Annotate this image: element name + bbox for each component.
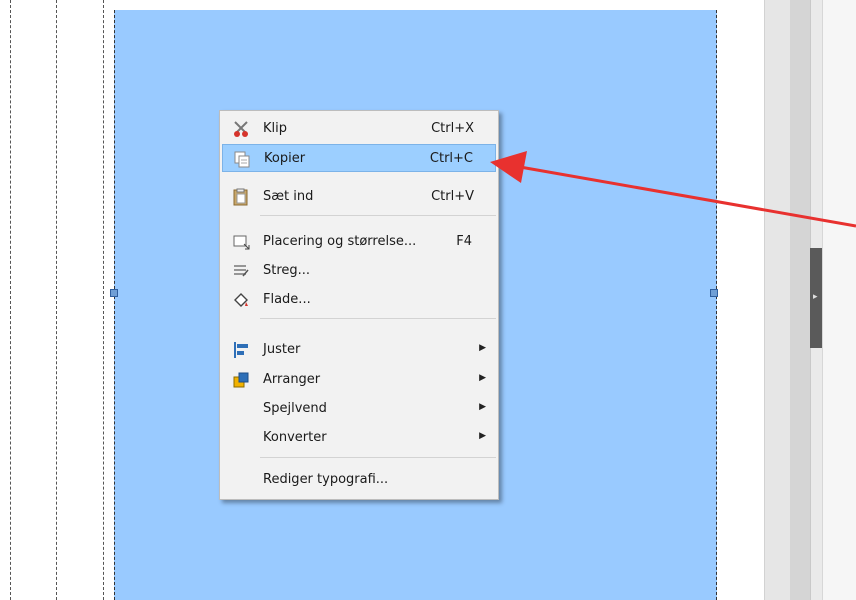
menu-item-area[interactable]: Flade... [222, 286, 496, 314]
area-fill-icon [234, 293, 248, 307]
submenu-arrow-icon: ▶ [479, 431, 486, 441]
menu-item-flip[interactable]: Spejlvend ▶ [222, 395, 496, 423]
menu-item-convert[interactable]: Konverter ▶ [222, 424, 496, 452]
page-guide-line [103, 0, 104, 600]
menu-item-shortcut: Ctrl+V [431, 189, 474, 204]
menu-item-label: Arranger [263, 372, 321, 387]
menu-item-label: Sæt ind [263, 189, 314, 204]
position-size-icon [233, 235, 250, 250]
arrange-icon [233, 372, 249, 388]
menu-item-label: Juster [263, 342, 301, 357]
menu-item-align[interactable]: Juster ▶ [222, 336, 496, 364]
resize-handle-right[interactable] [710, 289, 718, 297]
menu-separator [260, 318, 496, 319]
menu-item-line[interactable]: Streg... [222, 257, 496, 285]
menu-item-label: Klip [263, 121, 288, 136]
copy-icon [234, 151, 250, 168]
align-icon [234, 342, 248, 358]
menu-item-label: Rediger typografi... [263, 472, 389, 487]
menu-item-shortcut: F4 [456, 234, 472, 249]
paste-icon [233, 188, 248, 206]
page-guide-line [56, 0, 57, 600]
menu-item-label: Flade... [263, 292, 311, 307]
menu-item-label: Konverter [263, 430, 327, 445]
sidebar-collapse-handle[interactable]: ▸ [810, 248, 822, 348]
resize-handle-left[interactable] [110, 289, 118, 297]
menu-item-label: Streg... [263, 263, 311, 278]
menu-item-label: Spejlvend [263, 401, 327, 416]
submenu-arrow-icon: ▶ [479, 343, 486, 353]
chevron-right-icon: ▸ [813, 292, 818, 302]
scrollbar-track[interactable] [764, 0, 791, 600]
menu-item-copy[interactable]: Kopier Ctrl+C [222, 144, 496, 172]
menu-item-cut[interactable]: Klip Ctrl+X [222, 115, 496, 143]
sidebar-panel [822, 0, 856, 600]
menu-item-shortcut: Ctrl+C [429, 151, 473, 166]
menu-item-paste[interactable]: Sæt ind Ctrl+V [222, 183, 496, 211]
submenu-arrow-icon: ▶ [479, 402, 486, 412]
submenu-arrow-icon: ▶ [479, 373, 486, 383]
page-guide-line [10, 0, 11, 600]
menu-item-label: Kopier [264, 151, 306, 166]
menu-item-arrange[interactable]: Arranger ▶ [222, 366, 496, 394]
menu-item-position-and-size[interactable]: Placering og størrelse... F4 [222, 228, 496, 256]
context-menu: Klip Ctrl+X Kopier Ctrl+C Sæt ind Ctrl+V… [219, 110, 499, 500]
sidebar-border [790, 0, 810, 600]
menu-separator [260, 457, 496, 458]
line-icon [234, 265, 249, 277]
scissors-icon [234, 121, 248, 137]
menu-item-edit-style[interactable]: Rediger typografi... [222, 466, 496, 494]
menu-separator [260, 215, 496, 216]
menu-item-shortcut: Ctrl+X [431, 121, 474, 136]
menu-item-label: Placering og størrelse... [263, 234, 417, 249]
